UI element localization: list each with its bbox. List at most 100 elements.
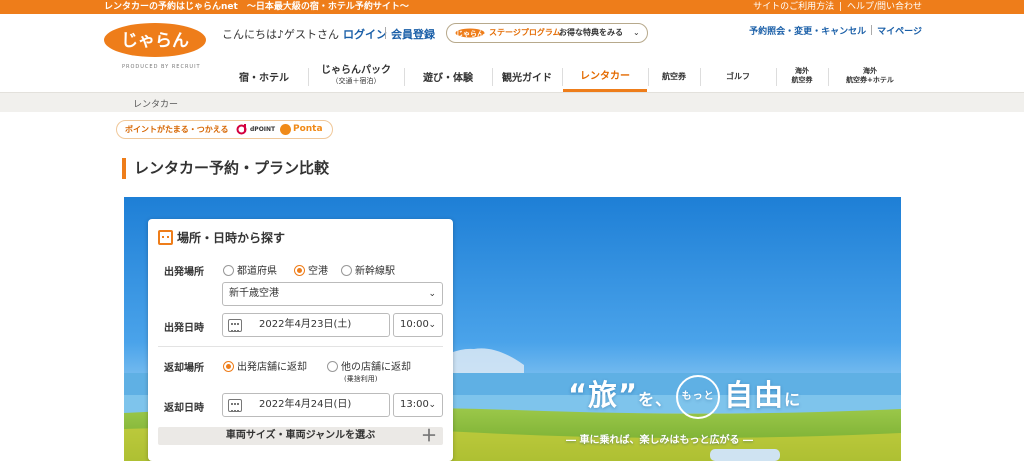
help-links-separator: |: [839, 2, 843, 12]
breadcrumb: レンタカー: [0, 92, 1024, 112]
search-heading-text: 場所・日時から探す: [177, 231, 286, 245]
nav-item-label: 海外: [795, 67, 809, 75]
nav-item-jalan-pack[interactable]: じゃらんパック （交通＋宿泊）: [308, 60, 404, 92]
nav-item-label: 宿・ホテル: [239, 72, 289, 84]
calendar-icon: [228, 319, 242, 332]
airport-select-value: 新千歳空港: [229, 288, 279, 299]
header-divider: [385, 27, 386, 39]
radio-dot: [327, 361, 338, 372]
departure-date-field[interactable]: 2022年4月23日(土): [222, 313, 390, 337]
help-contact-link[interactable]: ヘルプ/問い合わせ: [847, 2, 922, 12]
nav-item-rentacar[interactable]: レンタカー: [563, 60, 647, 92]
plus-icon: ＋: [420, 426, 437, 445]
points-text: ポイントがたまる・つかえる: [125, 125, 229, 134]
chevron-down-icon: ⌄: [428, 320, 436, 330]
nav-item-sublabel: 航空券+ホテル: [846, 76, 894, 84]
ponta-label: Ponta: [293, 124, 323, 134]
departure-datetime-label: 出発日時: [164, 323, 204, 334]
radio-label: 空港: [308, 266, 328, 277]
nav-item-activities[interactable]: 遊び・体験: [404, 60, 492, 92]
drop-off-note: (乗捨利用): [344, 375, 378, 383]
help-links: サイトのご利用方法 | ヘルプ/問い合わせ: [751, 0, 922, 14]
rentacar-search-panel: 場所・日時から探す 出発場所 都道府県 空港 新幹線駅 新千歳空港 ⌄ 出発日時…: [148, 219, 453, 461]
top-banner: レンタカーの予約はじゃらんnet ～日本最大級の宿・ホテル予約サイト～ サイトの…: [0, 0, 1024, 14]
vehicle-type-accordion[interactable]: 車両サイズ・車両ジャンルを選ぶ ＋: [158, 427, 443, 445]
nav-item-sublabel: （交通＋宿泊）: [331, 77, 381, 85]
radio-dot: [341, 265, 352, 276]
register-link[interactable]: 会員登録: [391, 26, 435, 42]
chevron-down-icon: ⌄: [428, 400, 436, 410]
departure-time-value: 10:00: [400, 319, 429, 330]
nav-item-label: 遊び・体験: [423, 72, 473, 84]
jalan-mini-logo: じゃらん: [455, 28, 485, 38]
jalan-logo-text: じゃらん: [121, 31, 189, 51]
return-time-value: 13:00: [400, 399, 429, 410]
radio-label: 他の店舗に返却: [341, 362, 411, 373]
radio-airport[interactable]: 空港: [294, 262, 328, 277]
departure-place-label: 出発場所: [164, 267, 204, 278]
breadcrumb-current: レンタカー: [133, 100, 179, 110]
dpoint-label: dPOINT: [250, 126, 276, 133]
produced-by-recruit: PRODUCED BY RECRUIT: [122, 64, 201, 70]
usage-guide-link[interactable]: サイトのご利用方法: [753, 2, 834, 12]
hero-slogan: “旅”を、 もっと 自由に: [568, 372, 801, 419]
slogan-main-1: “旅”: [568, 378, 639, 412]
nav-item-label: 海外: [863, 67, 877, 75]
nav-item-sightseeing[interactable]: 観光ガイド: [492, 60, 562, 92]
login-link[interactable]: ログイン: [343, 26, 387, 42]
radio-shinkansen-station[interactable]: 新幹線駅: [341, 262, 395, 277]
radio-return-other-store[interactable]: 他の店舗に返却: [327, 358, 411, 373]
mypage-link[interactable]: マイページ: [877, 27, 922, 37]
airport-select[interactable]: 新千歳空港 ⌄: [222, 282, 443, 306]
nav-item-flights[interactable]: 航空券: [648, 60, 700, 92]
radio-dot-selected: [223, 361, 234, 372]
departure-date-value: 2022年4月23日(土): [259, 319, 352, 330]
nav-item-label: ゴルフ: [726, 71, 750, 81]
user-links-divider: [871, 25, 873, 35]
radio-dot: [223, 265, 234, 276]
reservation-manage-link[interactable]: 予約照会・変更・キャンセル: [749, 27, 866, 37]
site-tagline: レンタカーの予約はじゃらんnet ～日本最大級の宿・ホテル予約サイト～: [104, 2, 409, 12]
nav-item-label: 航空券: [662, 71, 686, 81]
chevron-down-icon: ⌄: [633, 28, 640, 37]
stage-deal-label: お得な特典をみる: [559, 28, 623, 37]
nav-item-label: じゃらんパック: [321, 65, 391, 76]
radio-label: 都道府県: [237, 266, 277, 277]
slogan-small-2: に: [784, 390, 802, 409]
page-title: レンタカー予約・プラン比較: [122, 158, 329, 179]
ponta-icon: [280, 124, 291, 135]
return-date-field[interactable]: 2022年4月24日(日): [222, 393, 390, 417]
nav-item-label: 観光ガイド: [502, 72, 552, 84]
return-datetime-label: 返却日時: [164, 403, 204, 414]
radio-dot-selected: [294, 265, 305, 276]
points-banner[interactable]: ポイントがたまる・つかえる dPOINT Ponta: [116, 120, 333, 139]
search-heading: 場所・日時から探す: [158, 229, 285, 246]
radio-label: 新幹線駅: [355, 266, 395, 277]
return-time-select[interactable]: 13:00 ⌄: [393, 393, 443, 417]
nav-item-overseas-flights[interactable]: 海外 航空券: [776, 60, 828, 92]
vehicle-type-label: 車両サイズ・車両ジャンルを選ぶ: [225, 430, 376, 441]
radio-prefecture[interactable]: 都道府県: [223, 262, 277, 277]
hero-subtitle: ― 車に乗れば、楽しみはもっと広がる ―: [566, 435, 753, 446]
jalan-logo[interactable]: じゃらん: [103, 22, 207, 58]
nav-item-golf[interactable]: ゴルフ: [700, 60, 776, 92]
slogan-small-1: を、: [638, 390, 673, 409]
slogan-main-2: 自由: [724, 378, 785, 412]
slogan-circle: もっと: [676, 375, 721, 419]
radio-label: 出発店舗に返却: [237, 362, 307, 373]
stage-program-button[interactable]: じゃらん ステージプログラム お得な特典をみる ⌄: [446, 23, 648, 43]
calendar-icon: [158, 230, 173, 245]
return-place-label: 返却場所: [164, 363, 204, 374]
calendar-icon: [228, 399, 242, 412]
nav-item-overseas-flight-hotel[interactable]: 海外 航空券+ホテル: [828, 60, 912, 92]
section-divider: [158, 346, 443, 347]
guest-greeting: こんにちは♪ゲストさん: [222, 28, 340, 41]
nav-item-sublabel: 航空券: [791, 76, 813, 84]
chevron-down-icon: ⌄: [428, 289, 436, 299]
user-links: 予約照会・変更・キャンセル マイページ: [749, 24, 922, 37]
nav-item-hotel[interactable]: 宿・ホテル: [220, 60, 308, 92]
radio-return-same-store[interactable]: 出発店舗に返却: [223, 358, 307, 373]
departure-time-select[interactable]: 10:00 ⌄: [393, 313, 443, 337]
mini-logo-text: じゃらん: [456, 30, 484, 38]
stage-program-label: ステージプログラム: [489, 28, 561, 37]
